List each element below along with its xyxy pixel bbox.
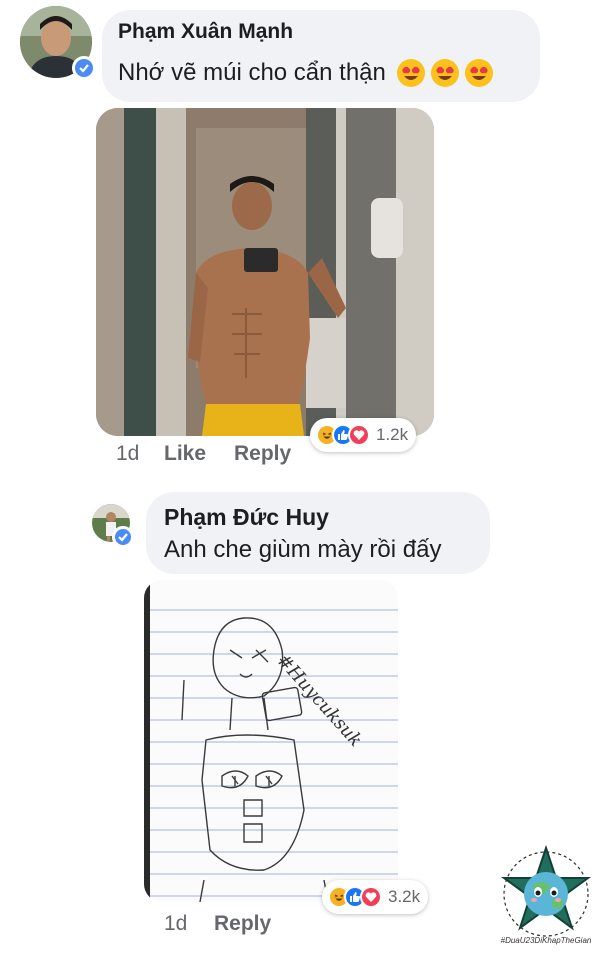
comment-timestamp[interactable]: 1d bbox=[164, 912, 187, 936]
comment-text: Nhớ vẽ múi cho cẩn thận bbox=[118, 58, 494, 88]
globe-mascot-logo bbox=[498, 842, 594, 938]
watermark-caption: #DuaU23DiKhapTheGian bbox=[500, 936, 592, 945]
love-reaction-icon bbox=[360, 886, 382, 908]
comment-text: Anh che giùm mày rồi đấy bbox=[164, 536, 442, 563]
reply-button[interactable]: Reply bbox=[214, 912, 271, 936]
comment-timestamp[interactable]: 1d bbox=[116, 442, 139, 466]
heart-eyes-emoji-icon bbox=[464, 58, 494, 88]
heart-eyes-emoji-icon bbox=[396, 58, 426, 88]
globe-star-icon bbox=[500, 844, 592, 937]
verified-badge-icon bbox=[72, 56, 96, 80]
comment-photo-selfie[interactable] bbox=[96, 108, 434, 436]
reaction-count: 1.2k bbox=[376, 425, 409, 444]
verified-badge-icon bbox=[112, 526, 134, 548]
mirror-selfie-image bbox=[96, 108, 434, 436]
like-button[interactable]: Like bbox=[164, 442, 206, 466]
reaction-summary[interactable]: 1.2k bbox=[310, 418, 417, 452]
reaction-count: 3.2k bbox=[388, 887, 421, 906]
heart-eyes-emoji-icon bbox=[430, 58, 460, 88]
comment-author[interactable]: Phạm Xuân Mạnh bbox=[118, 20, 293, 44]
reply-button[interactable]: Reply bbox=[234, 442, 291, 466]
comment-author[interactable]: Phạm Đức Huy bbox=[164, 504, 329, 531]
comment-text-content: Nhớ vẽ múi cho cẩn thận bbox=[118, 59, 386, 86]
reaction-summary[interactable]: 3.2k bbox=[322, 880, 429, 914]
love-reaction-icon bbox=[348, 424, 370, 446]
